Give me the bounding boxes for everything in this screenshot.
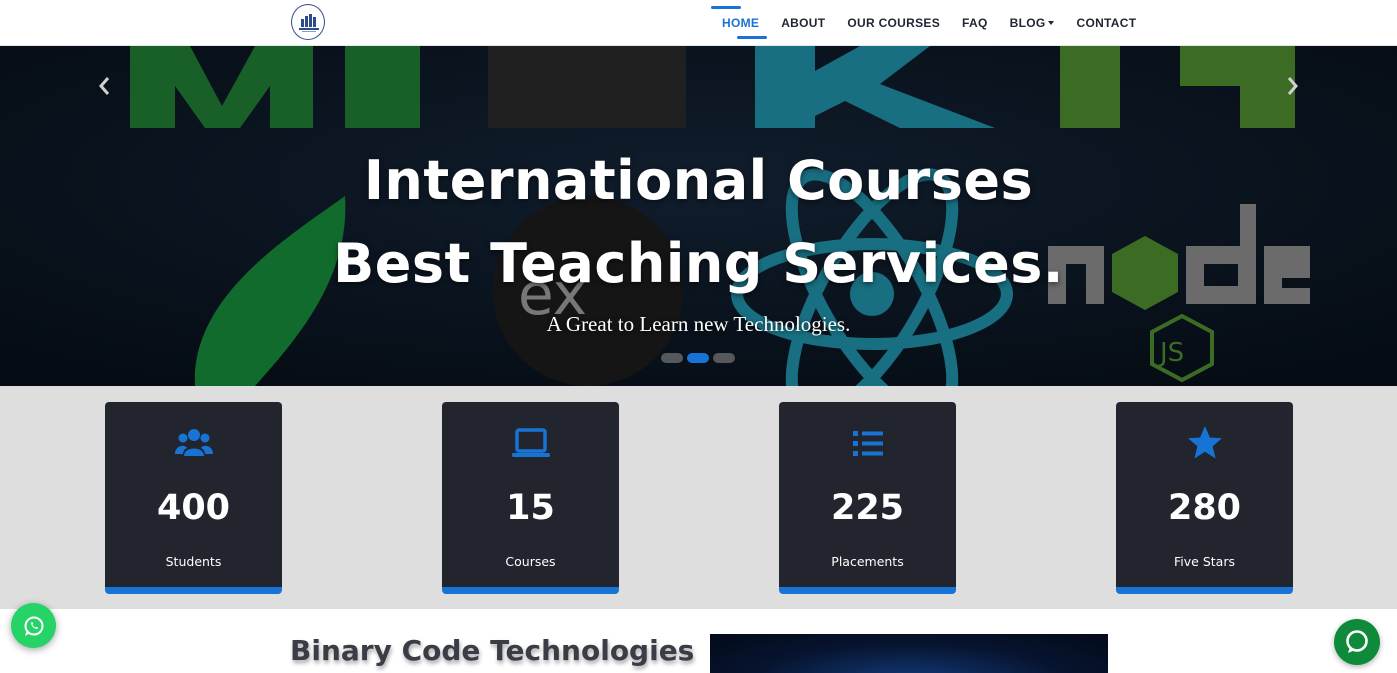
chat-button[interactable] <box>1334 619 1380 665</box>
stat-label: Five Stars <box>1174 554 1235 569</box>
caret-down-icon <box>1048 21 1055 25</box>
star-icon <box>1188 426 1222 459</box>
hero-carousel: ex JS International Courses Best Teachin… <box>0 46 1397 386</box>
about-heading: Binary Code Technologies <box>290 634 695 667</box>
hero-subtitle: A Great to Learn new Technologies. <box>546 312 851 336</box>
nav-our-courses[interactable]: OUR COURSES <box>836 0 951 46</box>
main-nav: HOME ABOUT OUR COURSES FAQ BLOG CONTACT <box>711 0 1147 46</box>
stat-number: 225 <box>830 488 905 528</box>
site-logo[interactable] <box>291 4 325 40</box>
carousel-indicator-3[interactable] <box>713 353 735 363</box>
nav-about-label: ABOUT <box>781 16 826 30</box>
stat-card-courses: 15 Courses <box>442 402 619 594</box>
nav-contact-label: CONTACT <box>1076 16 1137 30</box>
nav-our-courses-label: OUR COURSES <box>847 16 941 30</box>
stat-card-five-stars: 280 Five Stars <box>1116 402 1293 594</box>
nav-faq-label: FAQ <box>962 16 988 30</box>
carousel-next-button[interactable] <box>1282 74 1302 98</box>
chevron-left-icon <box>99 77 110 95</box>
stat-number: 15 <box>506 488 555 528</box>
nav-home-label: HOME <box>722 16 760 30</box>
whatsapp-button[interactable] <box>11 603 56 648</box>
stat-number: 400 <box>156 488 231 528</box>
chat-bubble-icon <box>1346 630 1368 653</box>
stat-number: 280 <box>1167 488 1242 528</box>
chevron-right-icon <box>1287 77 1298 95</box>
nav-contact[interactable]: CONTACT <box>1065 0 1147 46</box>
laptop-icon <box>512 428 550 457</box>
stat-card-students: 400 Students <box>105 402 282 594</box>
stat-label: Students <box>165 554 222 569</box>
whatsapp-icon <box>24 616 43 636</box>
binary-code-logo-icon <box>299 14 319 32</box>
stats-section: 400 Students 15 Courses 225 Placements 2… <box>0 386 1397 609</box>
nav-blog-label: BLOG <box>1009 16 1046 30</box>
stat-card-placements: 225 Placements <box>779 402 956 594</box>
hero-title-line1: International Courses <box>363 149 1034 212</box>
about-image <box>710 634 1108 673</box>
carousel-prev-button[interactable] <box>95 74 115 98</box>
nav-faq[interactable]: FAQ <box>951 0 999 46</box>
carousel-indicators <box>661 353 735 363</box>
nav-about[interactable]: ABOUT <box>770 0 836 46</box>
stat-label: Placements <box>831 554 904 569</box>
users-icon <box>175 429 213 456</box>
page: HOME ABOUT OUR COURSES FAQ BLOG CONTACT <box>0 0 1397 673</box>
nav-blog-dropdown[interactable]: BLOG <box>999 0 1066 46</box>
carousel-indicator-2[interactable] <box>687 353 709 363</box>
navbar: HOME ABOUT OUR COURSES FAQ BLOG CONTACT <box>0 0 1397 46</box>
stat-label: Courses <box>505 554 556 569</box>
carousel-indicator-1[interactable] <box>661 353 683 363</box>
hero-title-line2: Best Teaching Services. <box>333 232 1064 295</box>
nav-home[interactable]: HOME <box>711 0 770 46</box>
list-icon <box>853 431 883 456</box>
